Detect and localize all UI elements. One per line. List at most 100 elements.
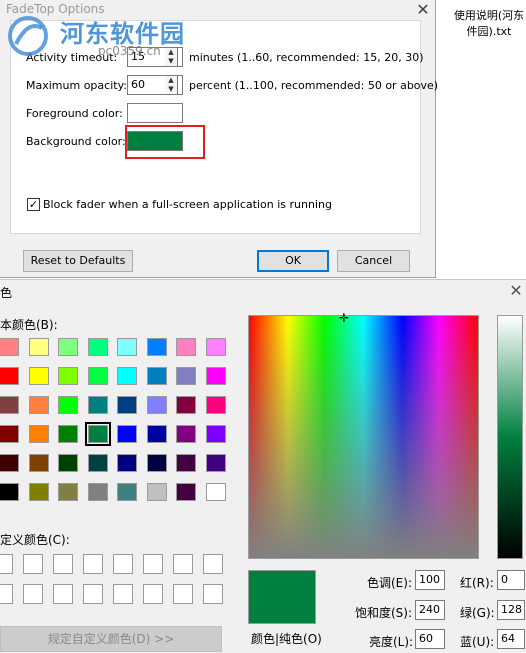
spin-down-icon[interactable]: ▼ [165,85,177,94]
custom-color-slot[interactable] [23,584,43,604]
basic-color-swatch[interactable] [176,338,196,356]
custom-color-slot[interactable] [143,554,163,574]
basic-color-swatch[interactable] [205,338,226,356]
basic-color-swatch[interactable] [146,454,167,472]
basic-color-swatch[interactable] [87,367,108,385]
basic-color-swatch[interactable] [117,454,137,472]
color-spectrum[interactable] [248,315,479,559]
basic-color-swatch[interactable] [205,396,226,414]
file-name-line1: 使用说明(河东 [453,9,525,22]
basic-color-swatch[interactable] [146,367,167,385]
custom-color-slot[interactable] [23,554,43,574]
basic-color-swatch[interactable] [176,483,196,501]
basic-color-swatch[interactable] [117,338,137,356]
custom-color-slot[interactable] [203,554,223,574]
basic-color-swatch[interactable] [58,483,78,501]
custom-color-slot[interactable] [113,554,133,574]
basic-color-swatch[interactable] [0,483,19,501]
basic-color-swatch[interactable] [87,338,108,356]
basic-color-swatch[interactable] [87,454,108,472]
basic-color-swatch[interactable] [117,483,137,501]
basic-color-swatch[interactable] [84,422,111,446]
basic-color-swatch[interactable] [0,338,19,356]
max-opacity-spinner[interactable]: ▲ ▼ [165,75,178,95]
activity-timeout-spinner[interactable]: ▲ ▼ [165,47,178,67]
basic-color-swatch[interactable] [28,367,49,385]
basic-color-swatch[interactable] [87,396,108,414]
basic-color-swatch[interactable] [58,338,78,356]
basic-color-swatch[interactable] [146,338,167,356]
basic-color-swatch[interactable] [117,367,137,385]
close-button[interactable]: ✕ [410,0,436,20]
blue-input[interactable]: 64 [497,629,525,649]
basic-color-swatch[interactable] [146,396,167,414]
checkmark-icon: ✓ [28,198,39,211]
basic-color-swatch[interactable] [146,425,167,443]
file-name-line2: 件园).txt [466,25,512,38]
basic-color-swatch[interactable] [28,338,49,356]
color-dialog: 色 ✕ 本颜色(B): 定义颜色(C): 规定自定义颜色(D) >> ✛ 颜色|… [0,279,526,653]
luminance-input[interactable]: 60 [415,629,445,649]
custom-color-slot[interactable] [0,584,13,604]
ok-button[interactable]: OK [257,250,329,272]
spin-down-icon[interactable]: ▼ [165,57,177,66]
options-panel: Activity timeout: 15 ▲ ▼ minutes (1..60,… [10,20,438,234]
custom-color-slot[interactable] [203,584,223,604]
custom-color-slot[interactable] [113,584,133,604]
basic-color-swatch[interactable] [176,396,196,414]
desktop-file-label[interactable]: 使用说明(河东 件园).txt [452,8,526,40]
basic-color-swatch[interactable] [0,425,19,443]
block-fader-label: Block fader when a full-screen applicati… [43,198,332,211]
basic-color-swatch[interactable] [205,425,226,443]
luminance-bar[interactable] [497,315,523,559]
color-solid-label[interactable]: 颜色|纯色(O) [251,630,322,647]
red-label: 红(R): [460,576,494,590]
basic-color-swatch[interactable] [176,425,196,443]
basic-color-swatch[interactable] [0,454,19,472]
custom-color-slot[interactable] [83,584,103,604]
basic-color-swatch[interactable] [58,425,78,443]
custom-color-slot[interactable] [173,554,193,574]
background-color-swatch[interactable] [127,131,183,151]
hue-input[interactable]: 100 [415,570,445,590]
custom-color-slot[interactable] [0,554,13,574]
fadetop-options-window: FadeTop Options ✕ Activity timeout: 15 ▲… [0,0,438,278]
basic-color-swatch[interactable] [117,396,137,414]
reset-defaults-button[interactable]: Reset to Defaults [23,250,133,272]
red-input[interactable]: 0 [497,570,525,590]
max-opacity-hint: percent (1..100, recommended: 50 or abov… [189,79,439,92]
basic-color-swatch[interactable] [58,454,78,472]
basic-color-swatch[interactable] [176,454,196,472]
custom-color-slot[interactable] [143,584,163,604]
basic-color-swatch[interactable] [205,483,226,501]
basic-color-swatch[interactable] [0,396,19,414]
cancel-button[interactable]: Cancel [337,250,410,272]
spin-up-icon[interactable]: ▲ [165,76,177,85]
basic-color-swatch[interactable] [146,483,167,501]
block-fader-checkbox[interactable]: ✓ [27,198,40,211]
foreground-color-swatch[interactable] [127,103,183,123]
basic-color-swatch[interactable] [28,396,49,414]
basic-color-swatch[interactable] [205,367,226,385]
basic-color-swatch[interactable] [28,454,49,472]
basic-color-swatch[interactable] [176,367,196,385]
basic-color-swatch[interactable] [117,425,137,443]
custom-color-slot[interactable] [83,554,103,574]
activity-timeout-label: Activity timeout: [26,51,118,64]
custom-color-slot[interactable] [53,584,73,604]
basic-color-swatch[interactable] [87,483,108,501]
custom-color-slot[interactable] [173,584,193,604]
basic-color-swatch[interactable] [28,483,49,501]
basic-color-swatch[interactable] [0,367,19,385]
basic-color-swatch[interactable] [58,396,78,414]
basic-color-swatch[interactable] [28,425,49,443]
spin-up-icon[interactable]: ▲ [165,48,177,57]
green-input[interactable]: 128 [497,600,525,620]
basic-color-swatch[interactable] [58,367,78,385]
saturation-input[interactable]: 240 [415,600,445,620]
basic-colors-grid [0,338,230,514]
basic-color-swatch[interactable] [205,454,226,472]
dialog-close-button[interactable]: ✕ [506,280,526,302]
custom-color-slot[interactable] [53,554,73,574]
define-custom-colors-button[interactable]: 规定自定义颜色(D) >> [0,626,222,652]
